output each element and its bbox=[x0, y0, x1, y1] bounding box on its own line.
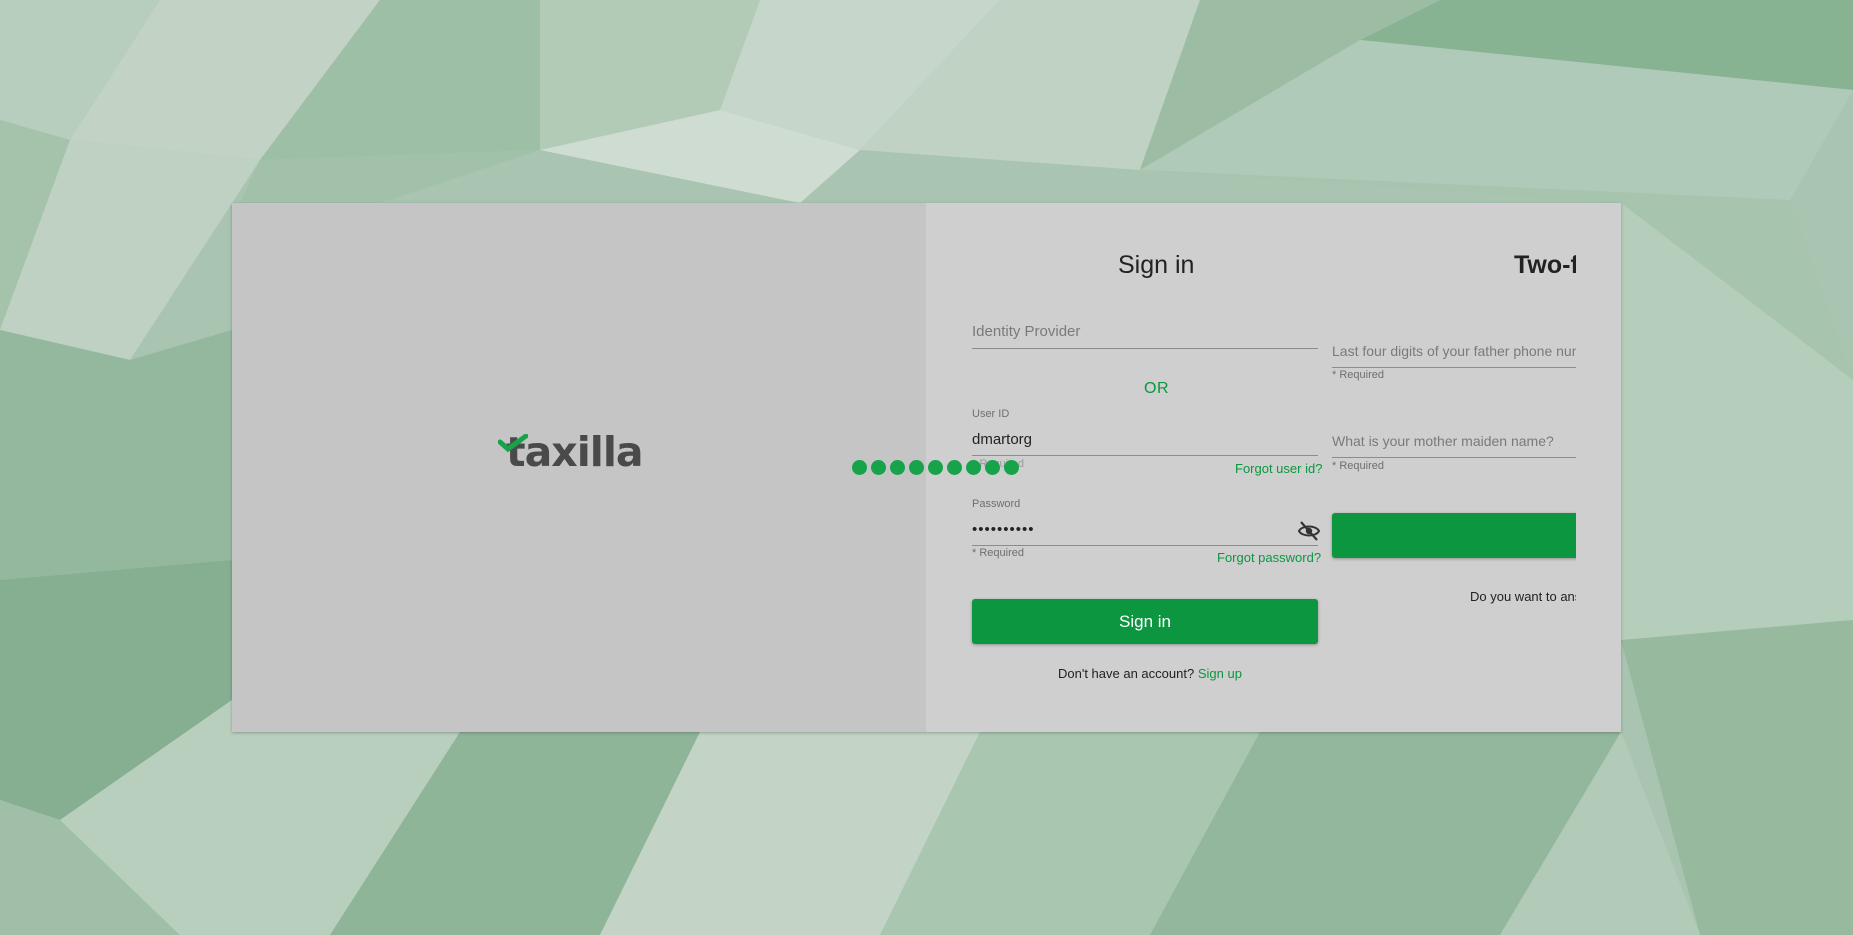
security-question-2-required: * Required bbox=[1332, 460, 1384, 472]
two-factor-title: Two-fact bbox=[1514, 251, 1576, 279]
company-logo: taxilla bbox=[498, 428, 658, 476]
loading-dot bbox=[947, 460, 962, 475]
password-value: •••••••••• bbox=[972, 521, 1035, 538]
form-area: Sign in Identity Provider OR User ID dma… bbox=[926, 203, 1621, 732]
check-icon bbox=[498, 434, 528, 453]
loading-dot bbox=[1004, 460, 1019, 475]
security-question-1-required: * Required bbox=[1332, 369, 1384, 381]
loading-dot bbox=[890, 460, 905, 475]
signup-link[interactable]: Sign up bbox=[1198, 666, 1242, 681]
signin-button[interactable]: Sign in bbox=[972, 599, 1318, 644]
identity-provider-placeholder: Identity Provider bbox=[972, 323, 1081, 340]
identity-provider-select[interactable]: Identity Provider bbox=[972, 313, 1318, 349]
security-question-1-placeholder: Last four digits of your father phone nu… bbox=[1332, 343, 1576, 359]
loading-dot bbox=[909, 460, 924, 475]
password-required: * Required bbox=[972, 547, 1024, 559]
loading-dot bbox=[852, 460, 867, 475]
forgot-user-id-link[interactable]: Forgot user id? bbox=[1235, 461, 1322, 476]
loading-dot bbox=[966, 460, 981, 475]
no-account-text: Don't have an account? bbox=[1058, 666, 1195, 681]
security-question-2-placeholder: What is your mother maiden name? bbox=[1332, 433, 1554, 449]
answer-prompt: Do you want to ans bbox=[1470, 589, 1576, 604]
two-factor-panel: Two-fact Last four digits of your father… bbox=[1326, 203, 1576, 732]
loading-dot bbox=[985, 460, 1000, 475]
security-question-1-field[interactable]: Last four digits of your father phone nu… bbox=[1332, 333, 1576, 368]
signin-title: Sign in bbox=[1118, 251, 1195, 279]
loading-indicator bbox=[852, 460, 1024, 476]
user-id-value: dmartorg bbox=[972, 431, 1033, 448]
loading-dot bbox=[928, 460, 943, 475]
password-field[interactable]: •••••••••• bbox=[972, 508, 1318, 546]
eye-off-icon[interactable] bbox=[1297, 519, 1321, 543]
forgot-password-link[interactable]: Forgot password? bbox=[1217, 550, 1321, 565]
or-divider: OR bbox=[1144, 380, 1169, 397]
brand-pane: taxilla bbox=[232, 203, 926, 732]
signup-prompt: Don't have an account? Sign up bbox=[1058, 666, 1242, 681]
loading-dot bbox=[871, 460, 886, 475]
user-id-field[interactable]: dmartorg bbox=[972, 418, 1318, 456]
two-factor-submit-button[interactable] bbox=[1332, 513, 1576, 558]
security-question-2-field[interactable]: What is your mother maiden name? bbox=[1332, 421, 1576, 458]
